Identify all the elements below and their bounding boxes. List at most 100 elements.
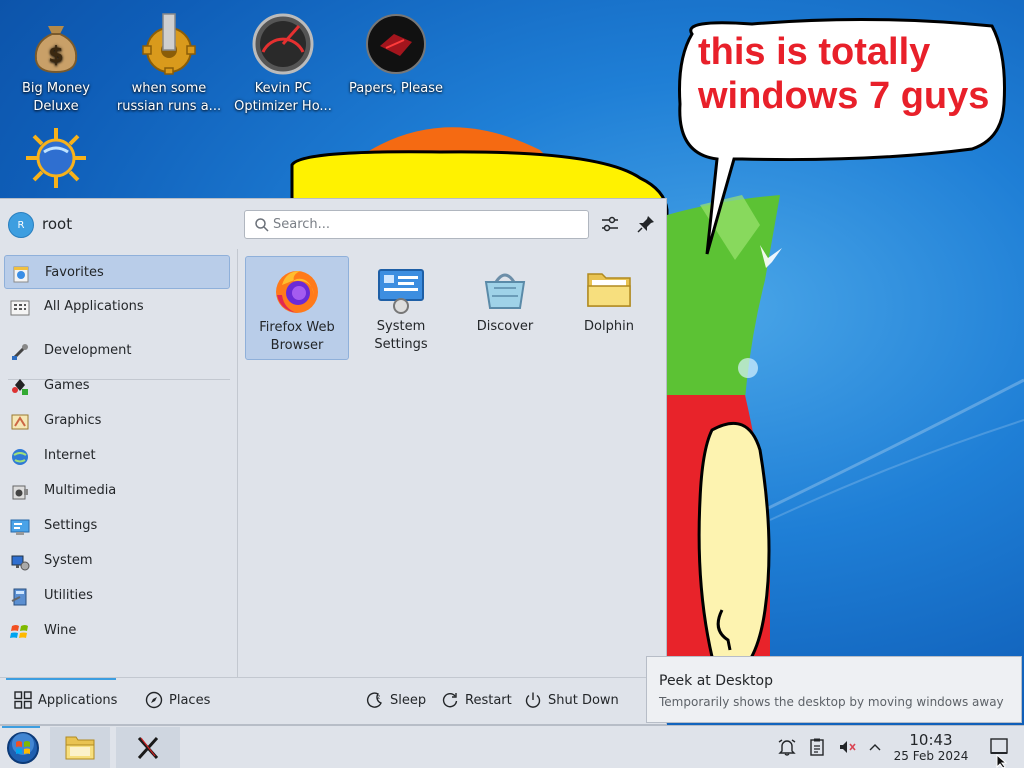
- sidebar-item-multimedia[interactable]: Multimedia: [4, 474, 230, 508]
- app-firefox[interactable]: Firefox Web Browser: [245, 256, 349, 360]
- sidebar-item-settings[interactable]: Settings: [4, 509, 230, 543]
- category-sidebar: Favorites All Applications Development G…: [0, 249, 238, 677]
- sidebar-item-label: Games: [44, 378, 90, 393]
- wine-icon: [10, 625, 28, 638]
- system-settings-icon: [378, 269, 424, 314]
- sidebar-item-label: Favorites: [45, 265, 104, 280]
- desktop-icon-label: Kevin PC Optimizer Ho...: [234, 81, 332, 114]
- speech-bubble-text: this is totally windows 7 guys: [698, 31, 990, 117]
- app-discover[interactable]: Discover: [453, 256, 557, 360]
- username: root: [42, 215, 73, 233]
- tab-label: Places: [169, 693, 211, 708]
- sidebar-item-label: Utilities: [44, 588, 93, 603]
- taskbar: 10:43 25 Feb 2024: [0, 725, 1024, 768]
- restart-icon: [442, 693, 458, 708]
- multimedia-icon: [12, 485, 28, 500]
- sidebar-item-internet[interactable]: Internet: [4, 439, 230, 473]
- x-app-icon: [137, 736, 159, 760]
- settings-icon: [10, 519, 30, 535]
- sidebar-item-development[interactable]: Development: [4, 334, 230, 368]
- app-label: System Settings: [374, 319, 428, 352]
- volume-muted-icon[interactable]: [837, 737, 857, 757]
- sidebar-item-label: Wine: [44, 623, 77, 638]
- sidebar-item-all-applications[interactable]: All Applications: [4, 290, 230, 324]
- power-icon: [525, 692, 541, 708]
- app-dolphin[interactable]: Dolphin: [557, 256, 661, 360]
- games-icon: [12, 379, 28, 395]
- money-bag-icon: $: [34, 26, 78, 74]
- desktop-icon-russian[interactable]: when some russian runs a...: [113, 6, 225, 116]
- sidebar-item-games[interactable]: Games: [4, 369, 230, 403]
- sidebar-item-system[interactable]: System: [4, 544, 230, 578]
- avatar[interactable]: R: [8, 212, 34, 238]
- desktop-icon-globe[interactable]: [0, 120, 112, 194]
- discover-icon: [484, 273, 526, 309]
- applications-icon: [14, 691, 32, 709]
- sidebar-item-wine[interactable]: Wine: [4, 614, 230, 648]
- filter-settings-icon[interactable]: [598, 212, 622, 236]
- taskbar-file-manager[interactable]: [50, 727, 110, 768]
- favorites-grid: Firefox Web Browser System Settings Disc…: [240, 249, 666, 677]
- gear-icon: [142, 13, 196, 75]
- app-label: Dolphin: [584, 319, 634, 334]
- desktop-icon-label: Papers, Please: [348, 81, 444, 96]
- tooltip-body: Temporarily shows the desktop by moving …: [659, 695, 1004, 709]
- sidebar-item-label: System: [44, 553, 93, 568]
- clipboard-icon[interactable]: [807, 737, 827, 757]
- start-orb-icon[interactable]: [4, 727, 42, 768]
- system-icon: [11, 555, 30, 571]
- sidebar-item-label: Development: [44, 343, 132, 358]
- sidebar-item-label: Multimedia: [44, 483, 117, 498]
- compass-icon: [145, 691, 163, 709]
- tab-label: Applications: [38, 693, 118, 708]
- speedometer-icon: [252, 13, 314, 75]
- search-box[interactable]: [244, 210, 589, 239]
- sleep-icon: z: [366, 692, 382, 708]
- grid-icon: [10, 300, 30, 316]
- desktop-icon-kevin-pc-optimizer[interactable]: Kevin PC Optimizer Ho...: [227, 6, 339, 116]
- taskbar-x-app[interactable]: [116, 727, 180, 768]
- app-label: Discover: [476, 319, 534, 334]
- sidebar-item-label: All Applications: [44, 299, 144, 314]
- peek-desktop-tooltip: Peek at Desktop Temporarily shows the de…: [646, 656, 1022, 723]
- desktop-icon-papers-please[interactable]: Papers, Please: [340, 6, 452, 98]
- clock-date[interactable]: 25 Feb 2024: [889, 749, 973, 763]
- launcher-header: R root: [0, 199, 666, 249]
- active-tab-indicator: [6, 678, 116, 680]
- graphics-icon: [11, 414, 29, 430]
- firefox-icon: [276, 271, 318, 313]
- launcher-footer: Applications Places z Sleep Restart Shut…: [0, 677, 666, 725]
- mouse-cursor-icon: [996, 754, 1008, 768]
- pin-icon[interactable]: [634, 212, 658, 236]
- search-icon: [255, 218, 269, 232]
- tooltip-title: Peek at Desktop: [659, 673, 773, 689]
- sidebar-item-label: Settings: [44, 518, 98, 533]
- application-launcher: R root Favorites All Applications: [0, 198, 667, 725]
- sidebar-item-graphics[interactable]: Graphics: [4, 404, 230, 438]
- button-label: Restart: [465, 693, 512, 708]
- app-system-settings[interactable]: System Settings: [349, 256, 453, 360]
- sidebar-item-utilities[interactable]: Utilities: [4, 579, 230, 613]
- speech-bubble: this is totally windows 7 guys: [678, 17, 1012, 255]
- development-icon: [12, 344, 28, 360]
- sidebar-item-label: Graphics: [44, 413, 102, 428]
- svg-text:z: z: [377, 694, 380, 701]
- papers-please-icon: [366, 14, 426, 74]
- desktop-icon-big-money-deluxe[interactable]: $ Big Money Deluxe: [0, 6, 112, 116]
- app-label: Firefox Web Browser: [259, 320, 335, 353]
- globe-sun-icon: [26, 128, 86, 188]
- favorites-icon: [13, 266, 29, 283]
- clock-time[interactable]: 10:43: [895, 731, 967, 749]
- sidebar-item-favorites[interactable]: Favorites: [4, 255, 230, 289]
- folder-icon: [65, 736, 95, 760]
- chevron-up-icon[interactable]: [865, 737, 885, 757]
- search-input[interactable]: [273, 211, 583, 238]
- internet-icon: [12, 449, 28, 465]
- notifications-icon[interactable]: [777, 737, 797, 757]
- utilities-icon: [11, 588, 27, 606]
- desktop-icon-label: Big Money Deluxe: [21, 81, 90, 114]
- svg-text:$: $: [48, 43, 63, 68]
- button-label: Sleep: [390, 693, 427, 708]
- folder-icon: [587, 273, 631, 307]
- button-label: Shut Down: [548, 693, 619, 708]
